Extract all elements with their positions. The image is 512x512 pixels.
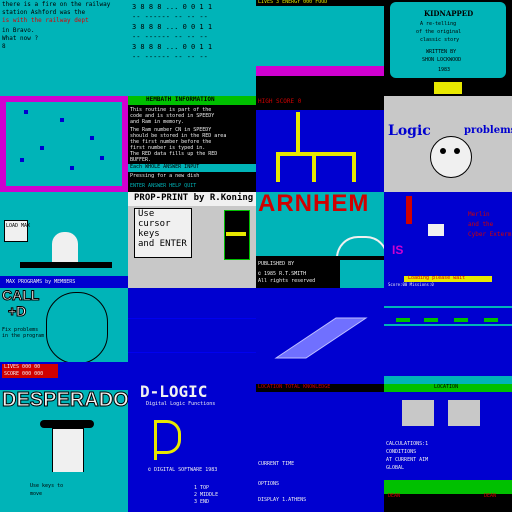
tile-office: LOAD MAX MAX PROGRAMS by MEMBERS (0, 192, 128, 288)
line: 3 8 8 8 ... 0 0 1 1 (132, 23, 213, 31)
tile-blue-grid (128, 288, 256, 384)
tile-arnhem: ARNHEM PUBLISHED BY © 1985 R.T.SMITH All… (256, 192, 384, 288)
tile-bottom-2: 1 TOP 2 MIDDLE 3 END (128, 480, 256, 512)
tile-logic-problems: Logic problems (384, 96, 512, 192)
tile-hembath-info: HEMBATH INFORMATION This routine is part… (128, 96, 256, 192)
body-line: Pressing for a new dish (130, 173, 200, 179)
high-score: HIGH SCORE 0 (258, 98, 302, 105)
subtitle-line: of the original (416, 29, 462, 35)
body-line: Each WHOLE ANSWER INPUT (130, 164, 200, 170)
tile-desperado: DESPERADO (0, 384, 128, 480)
subtitle-line: SHON LOCKWOOD (422, 57, 462, 63)
tile-call-d: CALL +D Fix problems in the program LIVE… (0, 288, 128, 384)
subtitle: Digital Logic Functions (146, 401, 216, 407)
tile-game-status: LIVES 3 ENERGY 000 FOOD (256, 0, 384, 96)
body-line: and Ram in memory. (130, 119, 185, 125)
right-label: DEAN (484, 493, 497, 499)
tile-prop-print: PROP-PRINT by R.Koning Use cursor keys a… (128, 192, 256, 288)
menu-line[interactable]: 2 MIDDLE (194, 493, 218, 498)
menu-line[interactable]: 3 END (194, 500, 209, 505)
publisher: PUBLISHED BY (258, 261, 295, 267)
prompt[interactable]: 8 (2, 44, 6, 50)
is-logo: IS (392, 243, 404, 257)
plus-d-title: +D (7, 303, 27, 319)
tile-number-grid: 3 8 8 8 ... 0 0 1 1 -- ------ -- -- -- 3… (128, 0, 256, 96)
tile-maze (0, 96, 128, 192)
line: there is a fire on the railway (2, 1, 111, 8)
header: LOCATION (434, 384, 459, 390)
rights: All rights reserved (258, 278, 316, 284)
title: DESPERADO (2, 389, 128, 411)
side-line: and the (468, 221, 494, 228)
tile-water (384, 288, 512, 384)
tile-3d-plane (256, 288, 384, 384)
calc-line: AT CURRENT AIM (386, 457, 429, 463)
title: KIDNAPPED (424, 9, 474, 18)
menu-line: and ENTER (138, 239, 187, 249)
line: move (30, 491, 43, 497)
line: -- ------ -- -- -- (132, 33, 208, 41)
tile-bottom-3: OPTIONS DISPLAY 1.ATHENS (256, 480, 384, 512)
stat-line: SCORE 000 000 (4, 371, 44, 377)
side-line: Cyber Exterm (468, 231, 512, 238)
footer: CURRENT TIME (258, 461, 295, 467)
plane-drawing (274, 317, 368, 359)
copyright: © DIGITAL SOFTWARE 1983 (148, 467, 218, 473)
left-label: DEAN (388, 493, 401, 499)
footer: Score:00 Missions:0 (388, 282, 434, 287)
tile-bottom-1: Use keys to move (0, 480, 128, 512)
line: station Ashford was the (2, 9, 86, 16)
calc-line: CALCULATIONS:1 (386, 441, 429, 447)
subtitle-line: classic story (420, 37, 460, 43)
line: 3 8 8 8 ... 0 0 1 1 (132, 43, 213, 51)
problems-title: problems (464, 125, 512, 136)
tile-kidnapped: KIDNAPPED A re-telling of the original c… (384, 0, 512, 96)
menu-line[interactable]: 1 TOP (194, 486, 209, 491)
tile-location: LOCATION TOTAL KNOWLEDGE CURRENT TIME (256, 384, 384, 480)
line: 3 8 8 8 ... 0 0 1 1 (132, 3, 213, 11)
call-title: CALL (1, 288, 40, 303)
tile-pipe-game: HIGH SCORE 0 (256, 96, 384, 192)
year: 1983 (438, 67, 451, 73)
line: -- ------ -- -- -- (132, 53, 208, 61)
title: ARNHEM (258, 192, 370, 217)
stat-line: LIVES 000 00 (4, 364, 41, 370)
copyright: © 1985 R.T.SMITH (258, 271, 307, 277)
tile-merlin: Merlin and the Cyber Exterm IS Loading p… (384, 192, 512, 288)
options-label: OPTIONS (258, 481, 280, 487)
loading: Loading please wait (408, 275, 466, 281)
line: -- ------ -- -- -- (132, 13, 208, 21)
tile-bottom-4: DEAN DEAN (384, 480, 512, 512)
menu-line: Use (138, 209, 155, 219)
line: What now ? (2, 35, 39, 42)
title: PROP-PRINT by R.Koning (134, 193, 254, 203)
side-line: Merlin (468, 211, 490, 218)
header: LOCATION TOTAL KNOWLEDGE (258, 384, 331, 390)
body-line: BUFFER. (130, 157, 152, 163)
sign: LOAD MAX (6, 223, 31, 229)
calc-line: CONDITIONS (386, 449, 417, 455)
line: Use keys to (30, 483, 64, 489)
calc-line: GLOBAL (386, 465, 405, 471)
menu-line: cursor (138, 219, 171, 229)
tile-d-logic: D-LOGIC Digital Logic Functions © DIGITA… (128, 384, 256, 480)
footer[interactable]: ENTER ANSWER HELP QUIT (130, 184, 196, 189)
logic-title: Logic (388, 123, 431, 139)
subtitle-line: WRITTEN BY (426, 49, 457, 55)
tile-adventure-text: there is a fire on the railway station A… (0, 0, 128, 96)
status-bar: LIVES 3 ENERGY 000 FOOD (258, 0, 328, 5)
small-line: in the program (2, 333, 45, 339)
header: HEMBATH INFORMATION (146, 96, 215, 103)
title: D-LOGIC (140, 384, 208, 401)
line: is with the railway dept (2, 17, 89, 24)
tile-calculations: LOCATION CALCULATIONS:1 CONDITIONS AT CU… (384, 384, 512, 480)
display-line: DISPLAY 1.ATHENS (258, 497, 307, 503)
screenshot-grid: there is a fire on the railway station A… (0, 0, 512, 512)
line: in Bravo. (2, 27, 35, 34)
caption: MAX PROGRAMS by MEMBERS (6, 279, 76, 285)
subtitle-line: A re-telling (420, 21, 457, 27)
menu-line: keys (138, 229, 160, 239)
